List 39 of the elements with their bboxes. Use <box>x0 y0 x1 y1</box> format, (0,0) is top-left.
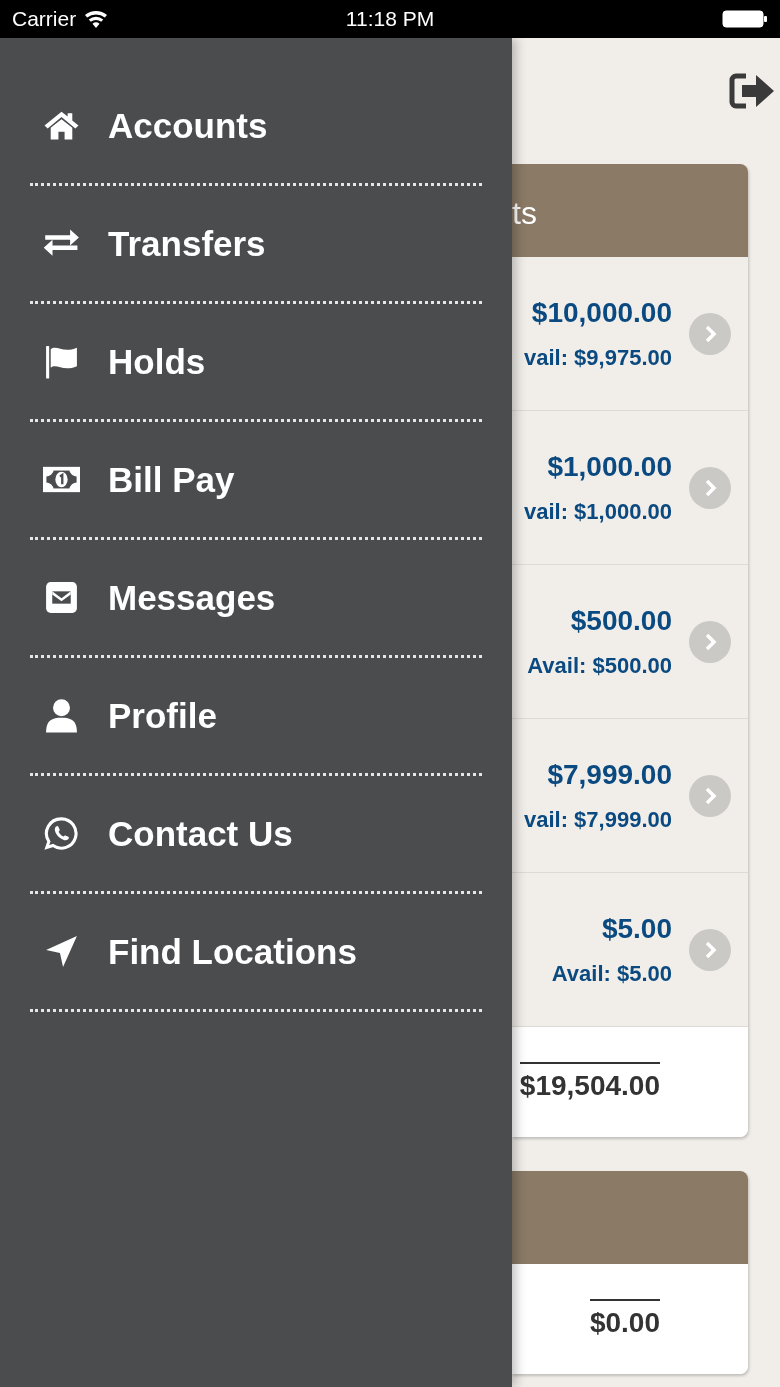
menu-item[interactable]: Holds <box>108 341 206 382</box>
available-amount: Avail: $5.00 <box>551 960 672 987</box>
account-row[interactable]: $5.00 Avail: $5.00 <box>512 873 748 1027</box>
balance-amount: $1,000.00 <box>547 450 672 483</box>
carrier-label: Carrier <box>12 7 77 31</box>
chevron-button[interactable] <box>689 774 731 817</box>
balance-amount: $500.00 <box>570 604 672 637</box>
account-row[interactable]: $500.00 Avail: $500.00 <box>512 565 748 719</box>
menu-item[interactable]: Transfers <box>108 223 266 264</box>
balance-amount: $7,999.00 <box>547 758 672 791</box>
menu-item[interactable]: Bill Pay <box>108 459 235 500</box>
wifi-icon <box>84 10 109 28</box>
status-time: 11:18 PM <box>345 7 435 30</box>
user-icon <box>43 697 80 734</box>
chevron-button[interactable] <box>689 620 731 663</box>
chevron-button[interactable] <box>689 312 731 355</box>
balance-amount: $10,000.00 <box>531 296 672 329</box>
total-amount: $0.00 <box>589 1299 660 1339</box>
total-amount: $19,504.00 <box>519 1062 660 1102</box>
account-row[interactable]: $1,000.00 vail: $1,000.00 <box>512 411 748 565</box>
menu-item[interactable]: Profile <box>108 695 217 736</box>
account-row[interactable]: $7,999.00 vail: $7,999.00 <box>512 719 748 873</box>
chevron-button[interactable] <box>689 928 731 971</box>
menu-item[interactable]: Accounts <box>108 105 268 146</box>
account-row[interactable]: $10,000.00 vail: $9,975.00 <box>512 257 748 411</box>
available-amount: vail: $7,999.00 <box>524 806 672 833</box>
menu-item[interactable]: Find Locations <box>108 931 357 972</box>
menu-item[interactable]: Messages <box>108 577 276 618</box>
envelope-icon <box>43 579 80 616</box>
available-amount: Avail: $500.00 <box>527 652 672 679</box>
phone-chat-icon <box>43 815 80 852</box>
menu-item[interactable]: Contact Us <box>108 813 293 854</box>
available-amount: vail: $9,975.00 <box>524 344 672 371</box>
battery-icon <box>722 10 768 28</box>
chevron-button[interactable] <box>689 466 731 509</box>
card-title: ts <box>512 195 537 232</box>
flag-icon <box>43 343 80 380</box>
available-amount: vail: $1,000.00 <box>524 498 672 525</box>
balance-amount: $5.00 <box>601 912 672 945</box>
